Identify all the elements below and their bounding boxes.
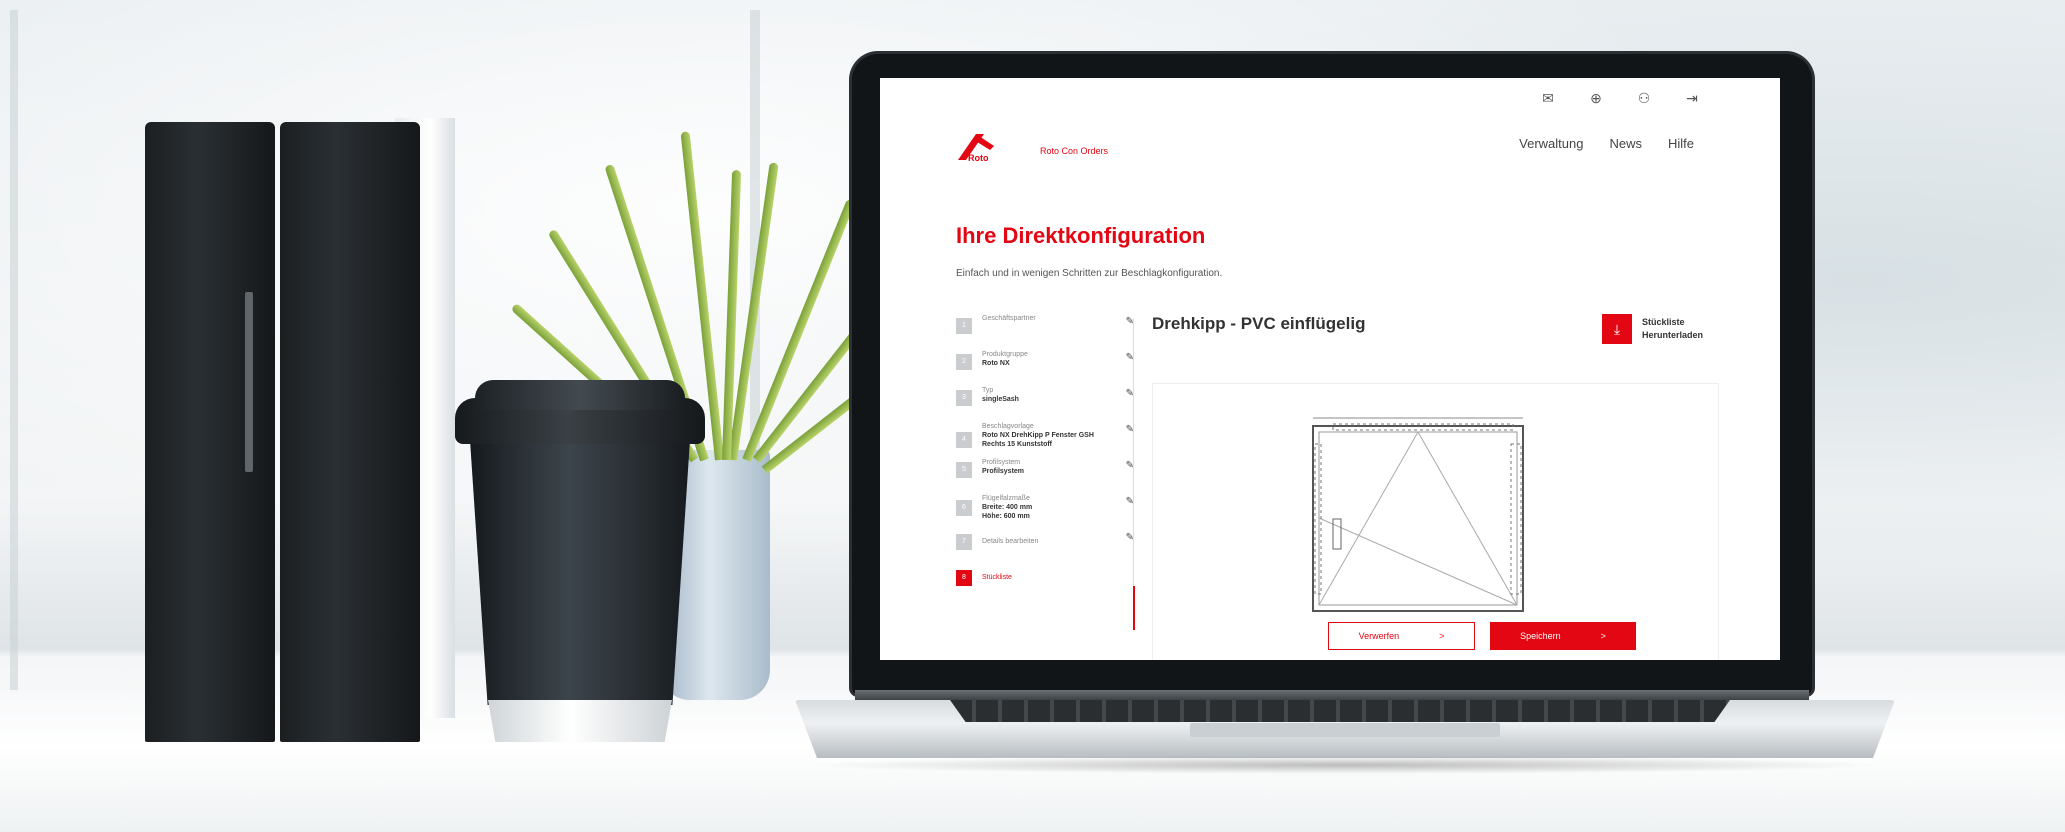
step-number: 2 (956, 354, 972, 370)
step-number: 4 (956, 432, 972, 448)
step-value: Profilsystem (982, 468, 1025, 475)
chevron-right-icon: > (1600, 631, 1606, 641)
step-item[interactable]: 5 Profilsystem Profilsystem ✎ (956, 458, 1136, 486)
laptop-keyboard (950, 700, 1730, 722)
step-number: 1 (956, 318, 972, 334)
laptop-screen: ✉ ⊕ ⚇ ⇥ Roto Roto Con Orders Verwaltung … (880, 78, 1780, 660)
step-number: 7 (956, 534, 972, 550)
step-item[interactable]: 3 Typ singleSash ✎ (956, 386, 1136, 414)
mail-icon[interactable]: ✉ (1540, 90, 1556, 107)
step-list: 1 Geschäftspartner ✎ 2 Produktgruppe Roto… (956, 314, 1136, 602)
background-window-frame (10, 10, 18, 690)
brand-name: Roto Con Orders (1040, 146, 1109, 156)
step-label: Geschäftspartner (982, 315, 1036, 322)
download-parts-list-label[interactable]: Stückliste Herunterladen (1642, 316, 1703, 342)
step-value: Roto NX DrehKipp P Fenster GSH Rechts 15… (982, 432, 1094, 448)
main-nav: Verwaltung News Hilfe (1519, 136, 1694, 151)
step-label: Beschlagvorlage (982, 423, 1034, 430)
chevron-right-icon: > (1439, 631, 1445, 641)
save-button[interactable]: Speichern > (1490, 622, 1636, 650)
step-label: Profilsystem (982, 459, 1021, 466)
step-label: Produktgruppe (982, 351, 1028, 358)
step-item[interactable]: 1 Geschäftspartner ✎ (956, 314, 1136, 342)
configuration-title: Drehkipp - PVC einflügelig (1152, 314, 1366, 333)
logout-icon[interactable]: ⇥ (1684, 90, 1700, 107)
black-binder (145, 122, 275, 742)
black-binder (280, 122, 420, 742)
laptop-shadow (800, 756, 1890, 774)
coffee-cup-base (488, 700, 672, 742)
step-label: Typ (982, 387, 994, 394)
laptop-trackpad (1190, 723, 1500, 737)
step-divider (1133, 318, 1134, 628)
globe-icon[interactable]: ⊕ (1588, 90, 1604, 107)
window-drawing-panel (1152, 383, 1719, 660)
step-value: Breite: 400 mm Höhe: 600 mm (982, 504, 1033, 520)
page-subtitle: Einfach und in wenigen Schritten zur Bes… (956, 268, 1223, 279)
step-value: Roto NX (982, 360, 1010, 367)
step-item[interactable]: 2 Produktgruppe Roto NX ✎ (956, 350, 1136, 378)
window-sash-drawing (1312, 417, 1524, 612)
utility-icons: ✉ ⊕ ⚇ ⇥ (1540, 90, 1700, 107)
logo-text: Roto (968, 153, 989, 163)
download-icon[interactable]: ⤓ (1602, 314, 1632, 344)
step-item[interactable]: 6 Flügelfalzmaße Breite: 400 mm Höhe: 600… (956, 494, 1136, 522)
nav-hilfe[interactable]: Hilfe (1668, 136, 1694, 151)
step-number: 8 (956, 570, 972, 586)
step-item-active[interactable]: 8 Stückliste (956, 566, 1136, 594)
nav-verwaltung[interactable]: Verwaltung (1519, 136, 1583, 151)
page-title: Ihre Direktkonfiguration (956, 223, 1206, 248)
nav-news[interactable]: News (1609, 136, 1642, 151)
step-label: Details bearbeiten (982, 538, 1039, 545)
user-icon[interactable]: ⚇ (1636, 90, 1652, 107)
coffee-cup-lid-top (475, 380, 685, 410)
step-label: Flügelfalzmaße (982, 495, 1030, 502)
step-number: 6 (956, 500, 972, 516)
discard-button[interactable]: Verwerfen > (1328, 622, 1475, 650)
step-label: Stückliste (982, 574, 1012, 581)
step-value: singleSash (982, 396, 1019, 403)
step-item[interactable]: 7 Details bearbeiten ✎ (956, 530, 1136, 558)
step-active-indicator (1133, 586, 1135, 630)
coffee-cup (470, 440, 690, 705)
roto-logo[interactable]: Roto (954, 130, 1010, 164)
step-number: 3 (956, 390, 972, 406)
step-number: 5 (956, 462, 972, 478)
step-item[interactable]: 4 Beschlagvorlage Roto NX DrehKipp P Fens… (956, 422, 1136, 450)
